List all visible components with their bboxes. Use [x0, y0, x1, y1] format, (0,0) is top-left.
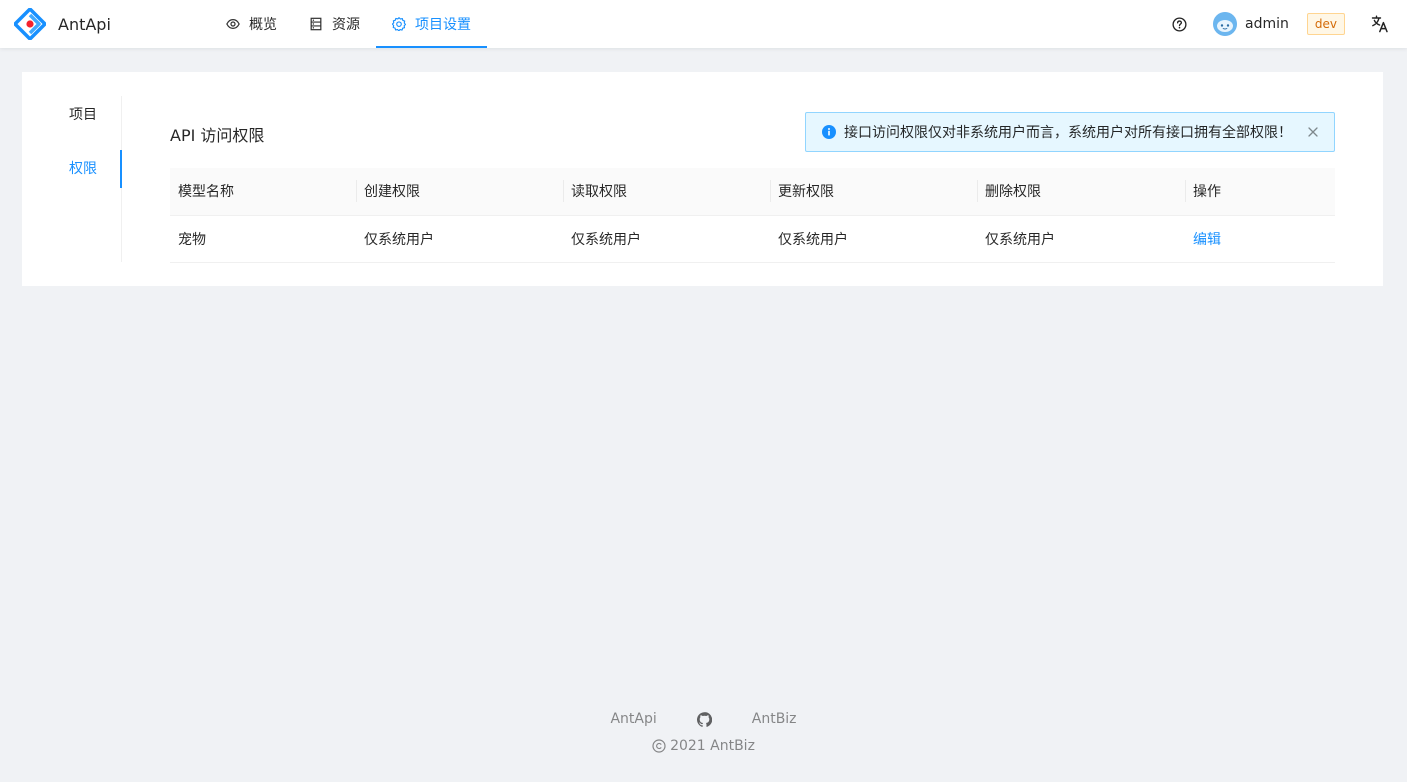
cell-action: 编辑	[1185, 215, 1335, 263]
cell-create-permission: 仅系统用户	[356, 215, 563, 263]
antapi-logo-icon	[14, 8, 46, 40]
settings-side-menu: 项目 权限	[22, 96, 122, 262]
username: admin	[1245, 16, 1289, 32]
nav-label: 项目设置	[415, 17, 471, 33]
side-item-permissions[interactable]: 权限	[22, 150, 122, 188]
nav-item-project-settings[interactable]: 项目设置	[376, 0, 487, 48]
footer-links: AntApi AntBiz	[0, 708, 1407, 730]
permissions-table: 模型名称 创建权限 读取权限 更新权限 删除权限 操作 宠物 仅系统用户 仅系统…	[170, 168, 1335, 263]
avatar-icon	[1213, 12, 1238, 36]
panel-header: API 访问权限 接口访问权限仅对非系统用户而言，系统用户对所有接口拥有全部权限…	[170, 112, 1335, 152]
alert-message: 接口访问权限仅对非系统用户而言，系统用户对所有接口拥有全部权限！	[844, 125, 1292, 141]
top-nav: 概览 资源 项目设置	[210, 0, 487, 48]
table-header-row: 模型名称 创建权限 读取权限 更新权限 删除权限 操作	[170, 168, 1335, 216]
github-icon	[696, 711, 712, 727]
cell-read-permission: 仅系统用户	[563, 215, 770, 263]
cell-update-permission: 仅系统用户	[770, 215, 977, 263]
question-circle-icon[interactable]	[1172, 16, 1187, 32]
footer: AntApi AntBiz 2021 AntBiz	[0, 708, 1407, 754]
footer-link-github[interactable]	[696, 711, 712, 727]
info-circle-icon	[822, 125, 836, 139]
column-header: 创建权限	[356, 168, 563, 216]
top-header: AntApi 概览 资源 项目设置 admin dev	[0, 0, 1407, 48]
table-row: 宠物 仅系统用户 仅系统用户 仅系统用户 仅系统用户 编辑	[170, 215, 1335, 263]
translation-icon[interactable]	[1371, 15, 1389, 33]
column-header: 模型名称	[170, 168, 356, 216]
app-name: AntApi	[58, 14, 111, 34]
copyright-text: 2021 AntBiz	[670, 738, 755, 754]
column-header: 删除权限	[977, 168, 1185, 216]
app-logo[interactable]: AntApi	[14, 8, 111, 40]
column-header: 读取权限	[563, 168, 770, 216]
database-icon	[309, 17, 323, 31]
column-header: 更新权限	[770, 168, 977, 216]
info-alert: 接口访问权限仅对非系统用户而言，系统用户对所有接口拥有全部权限！	[805, 112, 1335, 152]
close-icon[interactable]	[1308, 127, 1318, 137]
page-title: API 访问权限	[170, 126, 265, 145]
nav-item-overview[interactable]: 概览	[210, 0, 293, 48]
cell-delete-permission: 仅系统用户	[977, 215, 1185, 263]
content-card: 项目 权限 API 访问权限 接口访问权限仅对非系统用户而言，系统用户对所有接口…	[22, 72, 1383, 286]
column-header: 操作	[1185, 168, 1335, 216]
env-tag: dev	[1306, 13, 1345, 35]
edit-link[interactable]: 编辑	[1193, 232, 1221, 248]
nav-item-resources[interactable]: 资源	[293, 0, 376, 48]
eye-icon	[226, 17, 240, 31]
side-item-project[interactable]: 项目	[22, 96, 121, 134]
footer-link-antapi[interactable]: AntApi	[610, 711, 656, 727]
nav-label: 概览	[249, 17, 277, 33]
cell-model-name: 宠物	[170, 215, 356, 263]
gear-icon	[392, 17, 406, 31]
footer-link-antbiz[interactable]: AntBiz	[752, 711, 797, 727]
copyright-icon	[652, 739, 666, 753]
user-menu[interactable]: admin	[1213, 12, 1289, 36]
nav-label: 资源	[332, 17, 360, 33]
copyright: 2021 AntBiz	[0, 738, 1407, 754]
permissions-panel: API 访问权限 接口访问权限仅对非系统用户而言，系统用户对所有接口拥有全部权限…	[170, 112, 1335, 263]
header-actions: admin dev	[1172, 0, 1389, 48]
